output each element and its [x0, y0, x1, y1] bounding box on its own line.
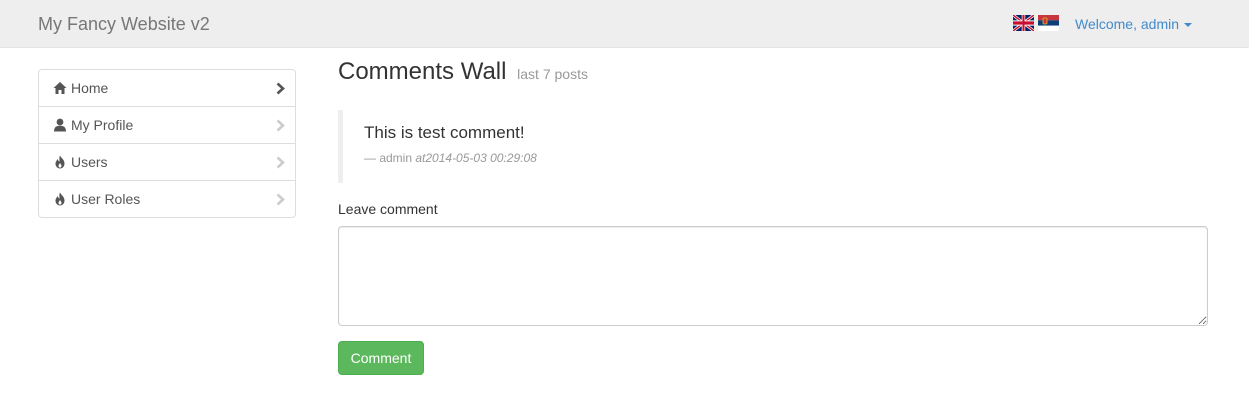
fire-icon: [55, 155, 65, 169]
sidebar-item-label: User Roles: [71, 191, 141, 207]
chevron-right-icon: [276, 156, 285, 169]
comment-author: — admin: [364, 151, 416, 165]
sidebar-item-user-roles[interactable]: User Roles: [39, 181, 295, 217]
sidebar-item-users[interactable]: Users: [39, 144, 295, 181]
sidebar-nav: Home My Profile Users User Roles: [38, 69, 296, 218]
user-icon: [54, 118, 66, 132]
fire-icon: [55, 192, 65, 206]
page-subtitle: last 7 posts: [517, 66, 588, 82]
user-menu-label: Welcome, admin: [1075, 16, 1180, 32]
comment-field-label: Leave comment: [338, 201, 438, 217]
serbia-flag-icon[interactable]: [1038, 15, 1059, 31]
main-content: Comments Wall last 7 posts This is test …: [338, 56, 1208, 375]
sidebar-item-label: My Profile: [71, 117, 134, 133]
caret-down-icon: [1184, 23, 1193, 27]
submit-comment-button[interactable]: Comment: [338, 341, 424, 375]
comment-meta: — admin at2014-05-03 00:29:08: [364, 151, 1188, 165]
comment-textarea[interactable]: [338, 226, 1208, 326]
language-switcher: [1013, 15, 1059, 31]
comment-timestamp: at2014-05-03 00:29:08: [415, 151, 537, 165]
home-icon: [53, 82, 67, 94]
page-title-text: Comments Wall: [338, 58, 507, 85]
chevron-right-icon: [276, 193, 285, 206]
sidebar-item-label: Users: [71, 154, 108, 170]
site-brand[interactable]: My Fancy Website v2: [38, 14, 210, 35]
sidebar-item-my-profile[interactable]: My Profile: [39, 107, 295, 144]
page-title: Comments Wall last 7 posts: [338, 56, 1208, 90]
user-menu-dropdown[interactable]: Welcome, admin: [1075, 16, 1193, 32]
chevron-right-icon: [276, 82, 285, 95]
sidebar-item-label: Home: [71, 80, 109, 96]
comment-post: This is test comment! — admin at2014-05-…: [338, 110, 1208, 183]
top-navbar: My Fancy Website v2 Welcome, admin: [0, 0, 1249, 48]
sidebar-item-home[interactable]: Home: [39, 70, 295, 107]
comment-text: This is test comment!: [364, 123, 525, 142]
uk-flag-icon[interactable]: [1013, 15, 1034, 31]
chevron-right-icon: [276, 119, 285, 132]
